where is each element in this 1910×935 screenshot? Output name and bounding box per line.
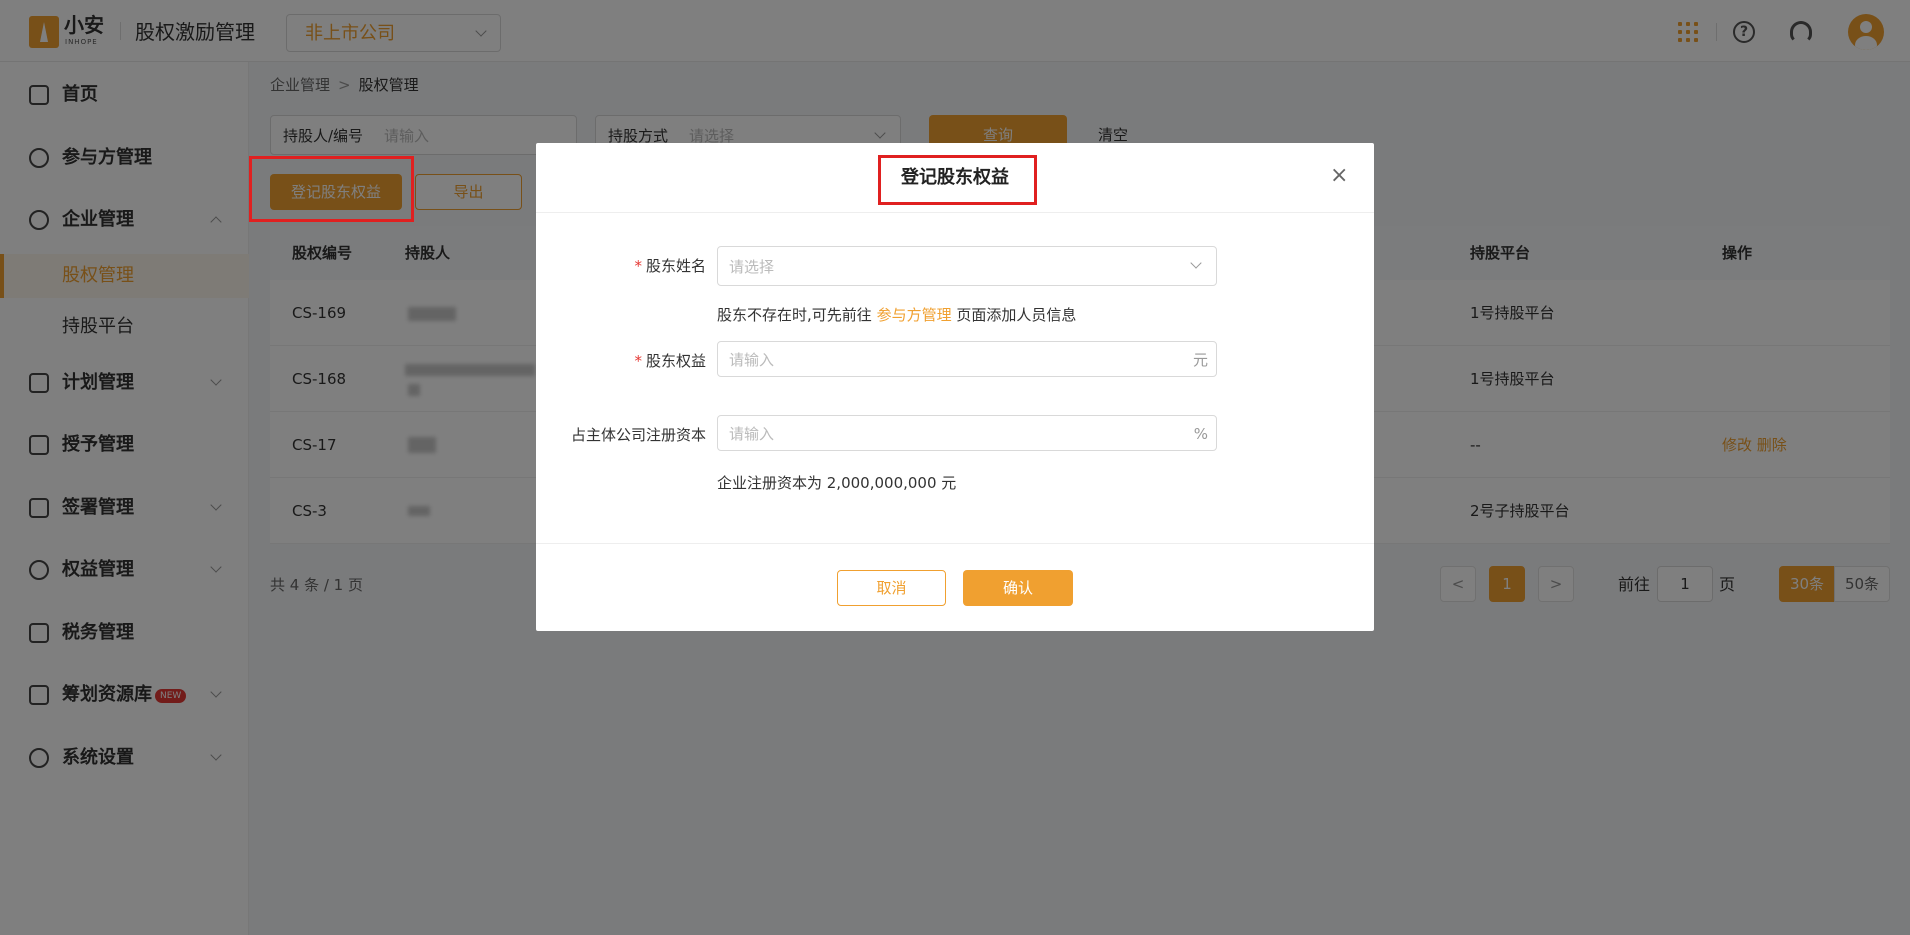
register-equity-dialog: 登记股东权益 × * 股东姓名 请选择 股东不存在时,可先前往 参与方管理 页面添… — [536, 143, 1374, 631]
shareholder-equity-input[interactable]: 请输入 元 — [717, 341, 1217, 377]
equity-unit: 元 — [1192, 351, 1208, 369]
cancel-button[interactable]: 取消 — [837, 570, 946, 606]
dialog-footer-divider — [536, 543, 1374, 544]
capital-ratio-input[interactable]: 请输入 % — [717, 415, 1217, 451]
shareholder-hint: 股东不存在时,可先前往 参与方管理 页面添加人员信息 — [717, 306, 1077, 324]
shareholder-equity-label: * 股东权益 — [634, 352, 706, 370]
shareholder-name-label: * 股东姓名 — [634, 257, 706, 275]
capital-ratio-label: 占主体公司注册资本 — [570, 426, 706, 444]
ratio-unit: % — [1193, 425, 1208, 443]
shareholder-name-placeholder: 请选择 — [729, 258, 775, 276]
shareholder-equity-placeholder: 请输入 — [729, 351, 775, 369]
confirm-button[interactable]: 确认 — [963, 570, 1073, 606]
participant-management-link[interactable]: 参与方管理 — [877, 306, 952, 324]
annotation-box — [249, 156, 414, 222]
shareholder-name-select[interactable]: 请选择 — [717, 246, 1217, 286]
chevron-down-icon — [1190, 257, 1202, 269]
capital-ratio-placeholder: 请输入 — [729, 425, 775, 443]
close-icon[interactable]: × — [1330, 165, 1348, 187]
annotation-box — [878, 155, 1037, 205]
capital-hint: 企业注册资本为 2,000,000,000 元 — [717, 474, 957, 492]
